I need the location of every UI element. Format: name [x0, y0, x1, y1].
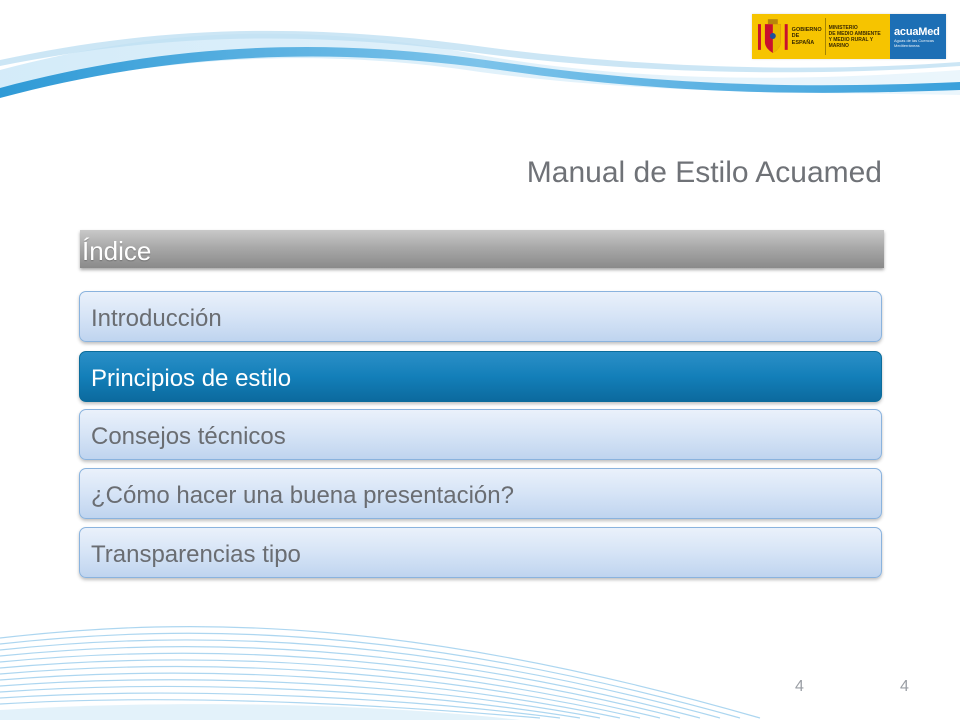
menu-item-label: Consejos técnicos [91, 423, 286, 450]
index-header-bar: Índice [80, 230, 884, 268]
bottom-wave-decoration [0, 626, 761, 720]
menu-item-como-hacer-presentacion[interactable]: ¿Cómo hacer una buena presentación? [79, 468, 882, 519]
page-number: 4 [795, 678, 804, 695]
gobierno-logo: GOBIERNO DE ESPAÑA MINISTERIO DE MEDIO A… [752, 14, 890, 59]
page-number-secondary: 4 [900, 678, 909, 695]
slide-title: Manual de Estilo Acuamed [526, 156, 882, 189]
logo-divider [824, 18, 826, 55]
menu-item-label: Transparencias tipo [91, 541, 301, 568]
menu-item-transparencias-tipo[interactable]: Transparencias tipo [79, 527, 882, 578]
index-label: Índice [82, 236, 152, 266]
menu-item-introduccion[interactable]: Introducción [79, 291, 882, 342]
menu-item-label: Introducción [91, 305, 222, 332]
menu-item-consejos-tecnicos[interactable]: Consejos técnicos [79, 409, 882, 460]
menu-item-label: ¿Cómo hacer una buena presentación? [91, 482, 514, 509]
gobierno-text: GOBIERNO DE ESPAÑA [791, 26, 822, 46]
header-logos: GOBIERNO DE ESPAÑA MINISTERIO DE MEDIO A… [752, 14, 946, 59]
menu-item-label: Principios de estilo [91, 365, 292, 392]
acuamed-logo: acuaMed Aguas de las Cuencas Mediterráne… [890, 14, 946, 59]
coat-of-arms-icon [757, 18, 788, 53]
menu-item-principios-de-estilo[interactable]: Principios de estilo [79, 351, 882, 402]
ministerio-text: MINISTERIO DE MEDIO AMBIENTE Y MEDIO RUR… [828, 24, 881, 49]
